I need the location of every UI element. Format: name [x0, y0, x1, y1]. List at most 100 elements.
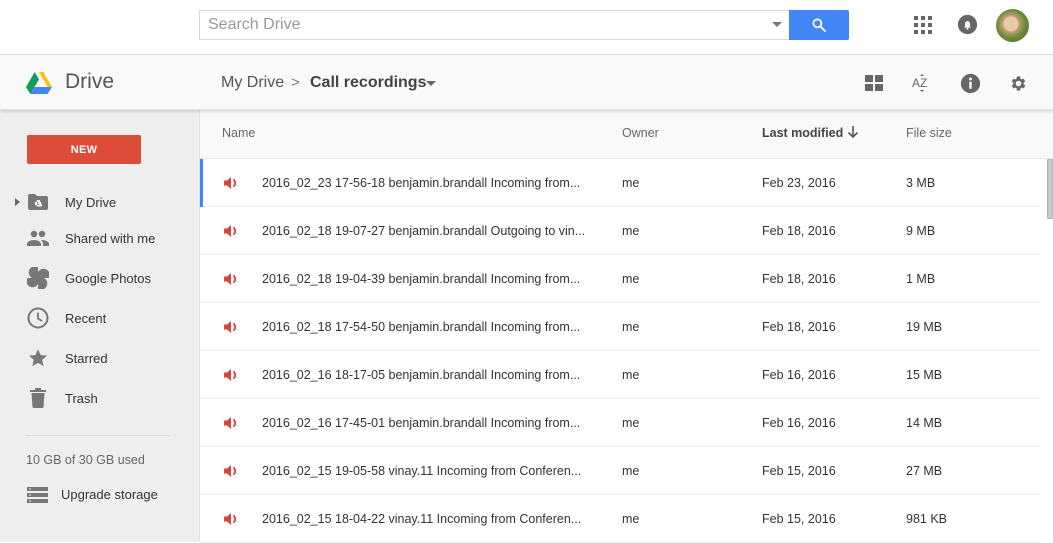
top-bar [0, 0, 1053, 55]
details-button[interactable] [959, 72, 981, 94]
breadcrumb-my-drive[interactable]: My Drive [221, 74, 284, 92]
file-name: 2016_02_16 17-45-01 benjamin.brandall In… [262, 416, 581, 430]
column-header-owner[interactable]: Owner [622, 126, 659, 140]
file-last-modified: Feb 18, 2016 [762, 272, 836, 286]
pinwheel-icon [27, 267, 49, 289]
people-icon [27, 227, 49, 249]
file-owner: me [622, 512, 640, 526]
settings-gear-icon [1011, 75, 1025, 91]
sort-descending-arrow-icon[interactable] [846, 125, 860, 139]
expand-arrow-icon[interactable] [15, 198, 20, 206]
file-owner: me [622, 368, 640, 382]
sidebar-item-label: Recent [65, 311, 107, 326]
upgrade-storage-link[interactable]: Upgrade storage [0, 483, 199, 507]
sort-az-icon: AZ [912, 74, 927, 92]
google-drive-logo-icon [26, 72, 52, 94]
sidebar-item-label: Shared with me [65, 231, 156, 246]
file-last-modified: Feb 15, 2016 [762, 512, 836, 526]
sidebar-item-label: Trash [65, 391, 98, 406]
file-list: Name Owner Last modified File size 2016_… [200, 110, 1053, 543]
column-header-file-size[interactable]: File size [906, 126, 952, 140]
breadcrumb-current-folder[interactable]: Call recordings [310, 74, 426, 92]
file-row[interactable]: 2016_02_18 19-04-39 benjamin.brandall In… [200, 255, 1040, 303]
sidebar: NEW My Drive Shared with me Google Photo… [0, 110, 200, 542]
file-owner: me [622, 176, 640, 190]
sidebar-item-recent[interactable]: Recent [0, 301, 199, 335]
file-size: 15 MB [906, 368, 943, 382]
search-icon [812, 18, 826, 32]
file-last-modified: Feb 16, 2016 [762, 368, 836, 382]
file-last-modified: Feb 16, 2016 [762, 416, 836, 430]
file-name: 2016_02_18 19-07-27 benjamin.brandall Ou… [262, 224, 586, 238]
sidebar-item-my-drive[interactable]: My Drive [0, 185, 199, 219]
audio-file-icon [223, 511, 239, 527]
apps-grid-icon[interactable] [914, 16, 932, 34]
file-owner: me [622, 272, 640, 286]
storage-icon [27, 487, 48, 508]
file-row[interactable]: 2016_02_18 19-07-27 benjamin.brandall Ou… [200, 207, 1040, 255]
file-last-modified: Feb 18, 2016 [762, 320, 836, 334]
column-header-last-modified[interactable]: Last modified [762, 126, 843, 140]
audio-file-icon [223, 271, 239, 287]
file-name: 2016_02_18 17-54-50 benjamin.brandall In… [262, 320, 581, 334]
scrollbar[interactable] [1047, 159, 1053, 219]
file-name: 2016_02_16 18-17-05 benjamin.brandall In… [262, 368, 581, 382]
grid-view-icon [865, 75, 883, 91]
sidebar-item-label: My Drive [65, 195, 117, 210]
folder-menu-chevron-down-icon[interactable] [426, 81, 436, 86]
audio-file-icon [223, 319, 239, 335]
user-avatar[interactable] [996, 9, 1029, 42]
file-row[interactable]: 2016_02_15 19-05-58 vinay.11 Incoming fr… [200, 447, 1040, 495]
file-size: 9 MB [906, 224, 936, 238]
svg-text:AZ: AZ [912, 76, 927, 90]
info-icon [960, 73, 980, 93]
sidebar-item-trash[interactable]: Trash [0, 381, 199, 415]
search-button[interactable] [789, 10, 849, 40]
sidebar-divider [26, 435, 170, 436]
audio-file-icon [223, 223, 239, 239]
file-size: 14 MB [906, 416, 943, 430]
trash-icon [27, 387, 49, 409]
sidebar-item-shared-with-me[interactable]: Shared with me [0, 221, 199, 255]
sidebar-item-google-photos[interactable]: Google Photos [0, 261, 199, 295]
file-last-modified: Feb 18, 2016 [762, 224, 836, 238]
file-last-modified: Feb 15, 2016 [762, 464, 836, 478]
file-owner: me [622, 320, 640, 334]
sidebar-item-label: Starred [65, 351, 108, 366]
column-header-name[interactable]: Name [222, 126, 255, 140]
file-row[interactable]: 2016_02_18 17-54-50 benjamin.brandall In… [200, 303, 1040, 351]
file-size: 19 MB [906, 320, 943, 334]
upgrade-storage-label: Upgrade storage [61, 487, 158, 502]
file-size: 1 MB [906, 272, 936, 286]
file-name: 2016_02_15 19-05-58 vinay.11 Incoming fr… [262, 464, 582, 478]
file-row[interactable]: 2016_02_16 18-17-05 benjamin.brandall In… [200, 351, 1040, 399]
list-header: Name Owner Last modified File size [200, 110, 1053, 159]
search-options-dropdown[interactable] [772, 22, 782, 27]
file-row[interactable]: 2016_02_15 18-04-22 vinay.11 Incoming fr… [200, 495, 1040, 543]
file-name: 2016_02_18 19-04-39 benjamin.brandall In… [262, 272, 581, 286]
drive-header-bar: Drive My Drive > Call recordings AZ [0, 55, 1053, 110]
file-name: 2016_02_15 18-04-22 vinay.11 Incoming fr… [262, 512, 582, 526]
file-row[interactable]: 2016_02_16 17-45-01 benjamin.brandall In… [200, 399, 1040, 447]
sort-options-button[interactable]: AZ [911, 72, 933, 94]
new-button[interactable]: NEW [27, 135, 141, 164]
file-name: 2016_02_23 17-56-18 benjamin.brandall In… [262, 176, 581, 190]
file-row[interactable]: 2016_02_23 17-56-18 benjamin.brandall In… [200, 159, 1040, 207]
grid-view-button[interactable] [863, 72, 885, 94]
app-name: Drive [65, 70, 115, 93]
breadcrumb-separator: > [291, 74, 300, 91]
storage-usage-text: 10 GB of 30 GB used [26, 453, 145, 467]
audio-file-icon [223, 175, 239, 191]
file-owner: me [622, 416, 640, 430]
bell-icon[interactable] [957, 14, 978, 35]
file-size: 3 MB [906, 176, 936, 190]
audio-file-icon [223, 415, 239, 431]
sidebar-item-starred[interactable]: Starred [0, 341, 199, 375]
sidebar-item-label: Google Photos [65, 271, 152, 286]
file-last-modified: Feb 23, 2016 [762, 176, 836, 190]
search-input[interactable] [200, 11, 760, 39]
file-size: 981 KB [906, 512, 948, 526]
file-size: 27 MB [906, 464, 943, 478]
audio-file-icon [223, 367, 239, 383]
settings-button[interactable] [1007, 72, 1029, 94]
